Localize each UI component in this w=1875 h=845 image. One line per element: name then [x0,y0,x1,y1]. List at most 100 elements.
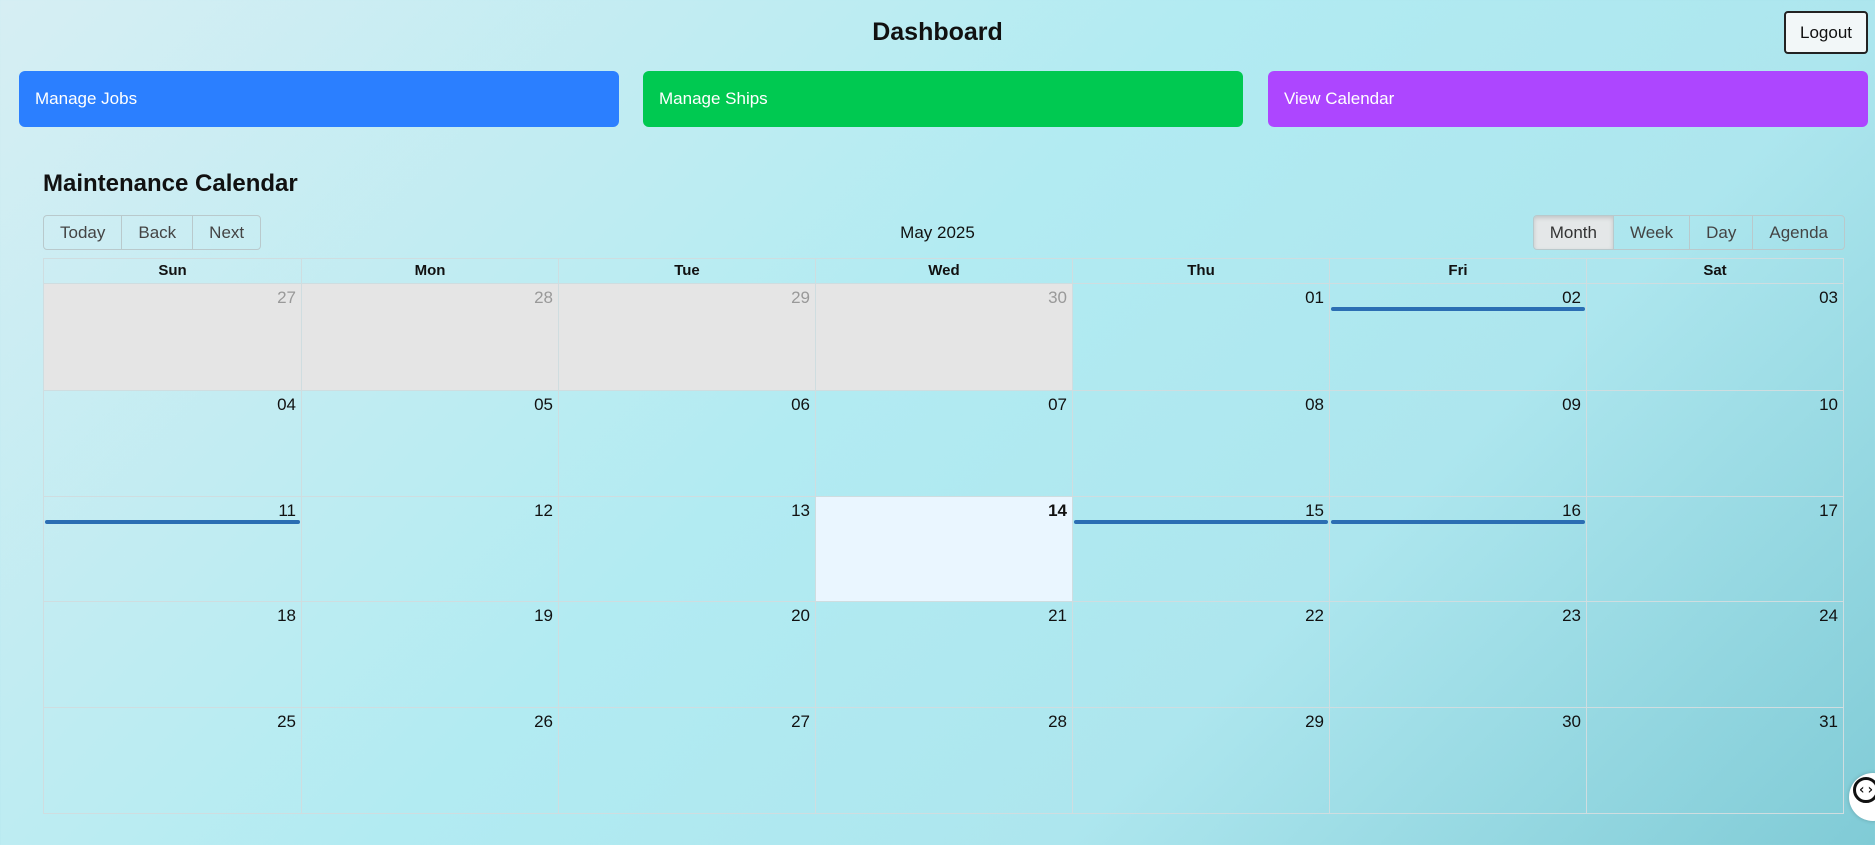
month-calendar: Sun Mon Tue Wed Thu Fri Sat 27 28 29 30 01 02… [43,258,1844,814]
page-title: Dashboard [872,18,1003,46]
day-cell[interactable]: 02 [1329,284,1586,390]
day-cell[interactable]: 29 [558,284,815,390]
day-cell[interactable]: 21 [815,601,1072,708]
weekday-label: Mon [301,259,558,283]
day-number[interactable]: 26 [534,712,553,732]
day-number[interactable]: 23 [1562,606,1581,626]
day-cell[interactable]: 17 [1586,495,1843,602]
day-number[interactable]: 01 [1305,288,1324,308]
day-cell[interactable]: 14 [815,495,1072,602]
manage-ships-label: Manage Ships [659,89,768,108]
day-number[interactable]: 02 [1562,288,1581,308]
day-number[interactable]: 10 [1819,395,1838,415]
day-cell[interactable]: 13 [558,495,815,602]
day-number[interactable]: 06 [791,395,810,415]
day-number[interactable]: 15 [1305,501,1324,521]
view-calendar-button[interactable]: View Calendar [1268,71,1868,127]
view-agenda-button[interactable]: Agenda [1753,216,1844,249]
day-number[interactable]: 18 [277,606,296,626]
day-cell[interactable]: 12 [301,495,558,602]
day-number[interactable]: 12 [534,501,553,521]
day-cell[interactable]: 07 [815,389,1072,496]
day-cell[interactable]: 24 [1586,601,1843,708]
calendar-grid: 27 28 29 30 01 02 03 04 05 06 07 08 09 10 11 12 13 14 15 16… [44,284,1843,813]
day-cell[interactable]: 16 [1329,495,1586,602]
nav-actions: Manage Jobs Manage Ships View Calendar [19,71,1868,127]
day-number[interactable]: 25 [277,712,296,732]
day-cell[interactable]: 26 [301,707,558,813]
view-day-button[interactable]: Day [1690,216,1754,249]
day-number[interactable]: 03 [1819,288,1838,308]
logout-button[interactable]: Logout [1784,11,1868,54]
event-bar[interactable] [1331,307,1585,311]
day-cell[interactable]: 15 [1072,495,1329,602]
weekday-label: Sun [158,262,187,279]
day-cell[interactable]: 27 [558,707,815,813]
day-number[interactable]: 24 [1819,606,1838,626]
manage-jobs-label: Manage Jobs [35,89,138,108]
day-cell[interactable]: 03 [1586,284,1843,390]
day-number[interactable]: 30 [1562,712,1581,732]
manage-jobs-button[interactable]: Manage Jobs [19,71,619,127]
day-cell[interactable]: 23 [1329,601,1586,708]
day-number[interactable]: 27 [277,288,296,308]
day-cell[interactable]: 28 [301,284,558,390]
day-number[interactable]: 29 [1305,712,1324,732]
view-week-button[interactable]: Week [1614,216,1691,249]
day-number[interactable]: 05 [534,395,553,415]
weekday-label: Wed [815,259,1072,283]
day-number[interactable]: 16 [1562,501,1581,521]
event-bar[interactable] [1074,519,1328,524]
day-number[interactable]: 30 [1048,288,1067,308]
day-cell[interactable]: 18 [44,601,301,707]
day-number[interactable]: 22 [1305,606,1324,626]
day-cell[interactable]: 19 [301,601,558,708]
day-cell[interactable]: 25 [44,707,301,813]
day-cell[interactable]: 06 [558,389,815,496]
day-number[interactable]: 07 [1048,395,1067,415]
day-number[interactable]: 29 [791,288,810,308]
day-cell[interactable]: 11 [44,495,301,602]
weekday-label: Fri [1329,259,1586,283]
view-calendar-label: View Calendar [1284,89,1395,108]
view-month-button[interactable]: Month [1533,216,1614,249]
day-cell[interactable]: 27 [44,284,301,390]
day-number[interactable]: 17 [1819,501,1838,521]
day-cell[interactable]: 04 [44,389,301,496]
day-number[interactable]: 28 [534,288,553,308]
day-cell[interactable]: 30 [815,284,1072,390]
day-number[interactable]: 09 [1562,395,1581,415]
day-number[interactable]: 21 [1048,606,1067,626]
day-cell[interactable]: 09 [1329,389,1586,496]
day-number[interactable]: 11 [278,501,296,521]
day-cell[interactable]: 08 [1072,389,1329,496]
day-cell[interactable]: 31 [1586,707,1843,813]
manage-ships-button[interactable]: Manage Ships [643,71,1243,127]
day-number[interactable]: 08 [1305,395,1324,415]
day-cell[interactable]: 05 [301,389,558,496]
day-number[interactable]: 13 [791,501,810,521]
day-cell[interactable]: 28 [815,707,1072,813]
weekday-label: Sat [1586,259,1843,283]
day-number[interactable]: 14 [1048,501,1067,521]
day-number[interactable]: 19 [534,606,553,626]
day-cell[interactable]: 10 [1586,389,1843,496]
code-icon: ‹› [1857,782,1875,798]
day-number[interactable]: 20 [791,606,810,626]
day-number[interactable]: 27 [791,712,810,732]
day-cell[interactable]: 29 [1072,707,1329,813]
day-cell[interactable]: 20 [558,601,815,708]
day-cell[interactable]: 30 [1329,707,1586,813]
dev-tools-button[interactable]: ‹› [1849,773,1875,821]
day-cell[interactable]: 22 [1072,601,1329,708]
day-number[interactable]: 31 [1819,712,1838,732]
calendar-title: Maintenance Calendar [43,170,298,197]
view-switcher: Month Week Day Agenda [1532,215,1845,250]
event-bar[interactable] [45,519,300,524]
weekday-label: Tue [558,259,815,283]
day-cell[interactable]: 01 [1072,284,1329,390]
day-number[interactable]: 04 [277,395,296,415]
day-number[interactable]: 28 [1048,712,1067,732]
event-bar[interactable] [1331,519,1585,524]
weekday-header: Sun Mon Tue Wed Thu Fri Sat [44,259,1843,284]
